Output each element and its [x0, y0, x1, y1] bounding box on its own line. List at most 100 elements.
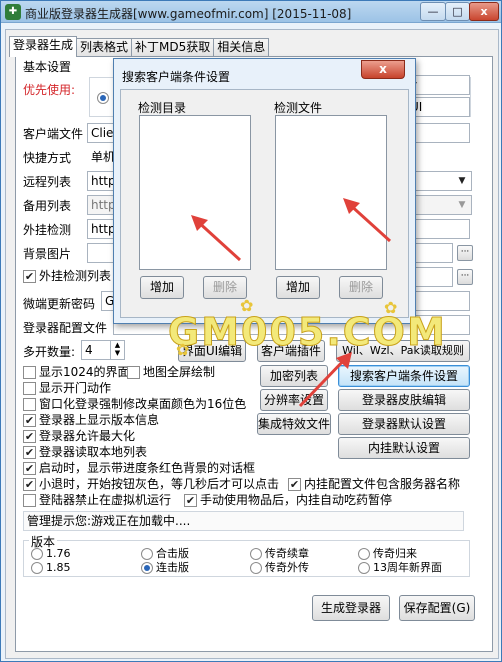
spinner-arrows-icon[interactable]: ▲ ▼	[110, 341, 124, 359]
file-delete-button[interactable]: 删除	[339, 276, 383, 299]
checkbox-label: 窗口化登录强制修改桌面颜色为16位色	[39, 397, 247, 411]
admin-tip-message: 游戏正在加载中....	[91, 514, 191, 528]
backup-list-value: http	[91, 198, 116, 212]
checkbox-map-fullscreen[interactable]: 地图全屏绘制	[127, 365, 215, 380]
plugin-list-label: 外挂检测列表	[39, 269, 112, 283]
checkbox-label: 登陆器禁止在虚拟机运行	[39, 493, 172, 507]
arrow-icon	[343, 198, 392, 243]
checkbox-allow-maximize[interactable]: ✔ 登录器允许最大化	[23, 429, 135, 444]
radio-dot	[358, 548, 370, 560]
flower-icon: ✿	[176, 340, 190, 359]
checkbox-box: ✔	[23, 462, 36, 475]
checkbox-box: ✔	[23, 446, 36, 459]
save-config-button[interactable]: 保存配置(G)	[399, 595, 475, 621]
radio-label: 13周年新界面	[373, 561, 442, 574]
shortcut-label: 快捷方式	[23, 151, 72, 165]
checkbox-box: ✔	[23, 430, 36, 443]
radio-label: 传奇外传	[265, 561, 309, 574]
checkbox-label: 登录器读取本地列表	[39, 445, 148, 459]
version-radio-guilai[interactable]: 传奇归来	[358, 547, 417, 562]
maximize-button[interactable]: □	[445, 2, 470, 21]
radio-dot	[250, 562, 262, 574]
radio-dot	[31, 548, 43, 560]
checkbox-plugin-server-name[interactable]: ✔ 内挂配置文件包含服务器名称	[288, 477, 460, 492]
effect-file-button[interactable]: 集成特效文件	[257, 413, 331, 435]
radio-label: 1.85	[46, 561, 71, 574]
multi-open-spinner[interactable]: 4 ▲ ▼	[81, 340, 125, 360]
checkbox-door-anim[interactable]: 显示开门动作	[23, 381, 111, 396]
search-client-button[interactable]: 搜索客户端条件设置	[338, 365, 470, 387]
radio-dot	[358, 562, 370, 574]
browse-button[interactable]: ···	[457, 245, 473, 261]
multi-open-label: 多开数量:	[23, 345, 76, 359]
plugin-list-checkbox[interactable]: ✔ 外挂检测列表	[23, 269, 111, 284]
version-radio-185[interactable]: 1.85	[31, 561, 71, 576]
skin-edit-button[interactable]: 登录器皮肤编辑	[338, 389, 470, 411]
multi-open-value: 4	[85, 343, 93, 357]
checkbox-red-progress[interactable]: ✔ 启动时，显示带进度条红色背景的对话框	[23, 461, 255, 476]
file-add-button[interactable]: 增加	[276, 276, 320, 299]
checkbox-box: ✔	[23, 478, 36, 491]
default-settings-button[interactable]: 登录器默认设置	[338, 413, 470, 435]
dir-add-button[interactable]: 增加	[140, 276, 184, 299]
checkbox-box: ✔	[23, 270, 36, 283]
tab-patch-md5[interactable]: 补丁MD5获取	[131, 38, 215, 57]
radio-dot	[97, 92, 109, 104]
remote-list-value: http	[91, 174, 116, 188]
checkbox-1024[interactable]: 显示1024的界面	[23, 365, 130, 380]
checkbox-box	[23, 494, 36, 507]
radio-dot	[141, 548, 153, 560]
checkbox-label: 启动时，显示带进度条红色背景的对话框	[39, 461, 256, 475]
app-icon: ✚	[5, 4, 21, 20]
checkbox-label: 地图全屏绘制	[143, 365, 216, 379]
checkbox-auto-potion-pause[interactable]: ✔ 手动使用物品后，内挂自动吃药暂停	[184, 493, 392, 508]
radio-label: 传奇归来	[373, 547, 417, 560]
version-radio-176[interactable]: 1.76	[31, 547, 71, 562]
plugin-default-button[interactable]: 内挂默认设置	[338, 437, 470, 459]
chevron-down-icon[interactable]: ▼	[454, 197, 470, 213]
minimize-button[interactable]: —	[420, 2, 446, 21]
checkbox-box	[127, 366, 140, 379]
radio-dot	[141, 562, 153, 574]
checkbox-box: ✔	[288, 478, 301, 491]
search-client-dialog: 搜索客户端条件设置 x 检测目录 增加 删除 检测文件 增加 删除	[113, 58, 416, 324]
version-radio-13th[interactable]: 13周年新界面	[358, 561, 442, 576]
admin-tip-box[interactable]: 管理提示您:游戏正在加载中....	[23, 511, 464, 531]
title-bar[interactable]: ✚ 商业版登录器生成器[www.gameofmir.com] [2015-11-…	[1, 1, 501, 23]
checkbox-16bit-color[interactable]: 窗口化登录强制修改桌面颜色为16位色	[23, 397, 246, 412]
version-radio-heji[interactable]: 合击版	[141, 547, 189, 562]
checkbox-no-vm[interactable]: 登陆器禁止在虚拟机运行	[23, 493, 171, 508]
backup-list-label: 备用列表	[23, 199, 72, 213]
basic-settings-title: 基本设置	[23, 60, 72, 74]
config-file-label: 登录器配置文件	[23, 321, 108, 335]
version-radio-lianji[interactable]: 连击版	[141, 561, 189, 576]
radio-label: 1.76	[46, 547, 71, 560]
tab-list-format[interactable]: 列表格式	[76, 38, 133, 57]
plugin-check-label: 外挂检测	[23, 223, 72, 237]
flower-icon: ✿	[384, 298, 398, 317]
checkbox-show-version[interactable]: ✔ 登录器上显示版本信息	[23, 413, 159, 428]
checkbox-label: 登录器上显示版本信息	[39, 413, 160, 427]
version-radio-xuzhang[interactable]: 传奇续章	[250, 547, 309, 562]
tab-generator[interactable]: 登录器生成	[9, 36, 78, 57]
version-radio-waizhuan[interactable]: 传奇外传	[250, 561, 309, 576]
tab-about[interactable]: 相关信息	[213, 38, 270, 57]
close-button[interactable]: x	[469, 2, 499, 21]
checkbox-box	[23, 382, 36, 395]
dialog-close-button[interactable]: x	[361, 60, 405, 79]
micro-pwd-label: 微端更新密码	[23, 297, 96, 311]
watermark: GM005.COM	[168, 310, 447, 355]
checkbox-box	[23, 366, 36, 379]
dialog-title: 搜索客户端条件设置	[122, 70, 231, 84]
admin-tip-label: 管理提示您:	[27, 514, 92, 528]
tab-bar: 登录器生成 列表格式 补丁MD5获取 相关信息	[9, 36, 270, 57]
checkbox-small-exit[interactable]: ✔ 小退时，开始按钮灰色，等几秒后才可以点击	[23, 477, 279, 492]
detect-dir-label: 检测目录	[138, 101, 187, 115]
browse-button[interactable]: ···	[457, 269, 473, 285]
checkbox-box: ✔	[184, 494, 197, 507]
radio-label: 传奇续章	[265, 547, 309, 560]
generate-button[interactable]: 生成登录器	[312, 595, 390, 621]
chevron-down-icon[interactable]: ▼	[454, 173, 470, 189]
checkbox-local-list[interactable]: ✔ 登录器读取本地列表	[23, 445, 147, 460]
radio-label: 连击版	[156, 561, 189, 574]
